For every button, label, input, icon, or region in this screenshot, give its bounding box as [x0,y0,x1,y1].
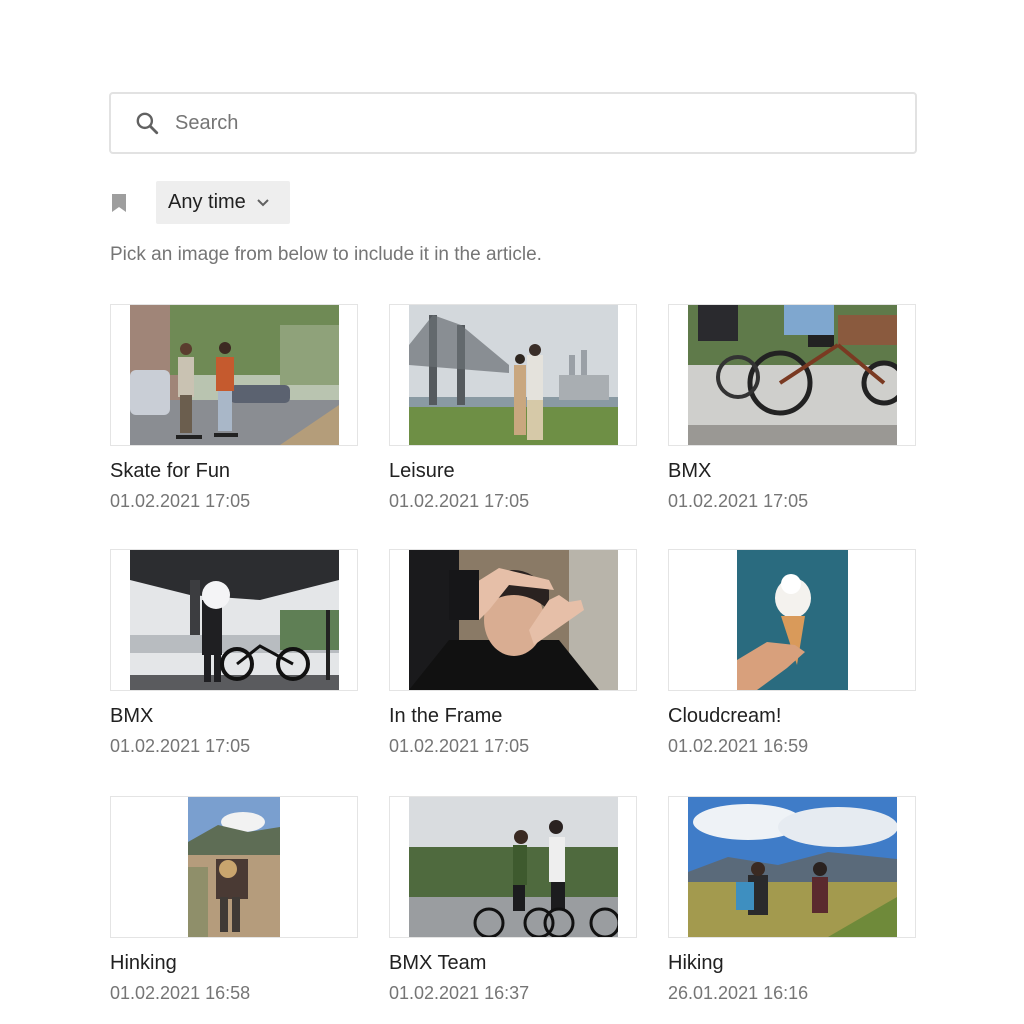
search-input[interactable] [175,111,855,135]
search-icon [133,109,161,137]
image-card[interactable]: Hinking 01.02.2021 16:58 [110,796,358,1004]
search-box[interactable] [109,92,917,154]
image-card[interactable]: Cloudcream! 01.02.2021 16:59 [668,549,916,757]
image-thumbnail[interactable] [668,796,916,938]
image-thumbnail[interactable] [668,549,916,691]
instruction-text: Pick an image from below to include it i… [110,244,542,265]
image-thumbnail[interactable] [110,549,358,691]
image-card[interactable]: BMX Team 01.02.2021 16:37 [389,796,637,1004]
image-card[interactable]: Hiking 26.01.2021 16:16 [668,796,916,1004]
image-picker: Any time Pick an image from below to inc… [0,0,1024,1024]
image-title: BMX Team [389,952,487,974]
hiking-photo [687,797,897,937]
image-title: BMX [110,705,154,727]
image-title: Leisure [389,460,455,482]
image-date: 01.02.2021 17:05 [668,491,809,511]
image-date: 01.02.2021 16:58 [110,983,251,1003]
image-thumbnail[interactable] [668,304,916,446]
hinking-photo [188,797,280,937]
image-card[interactable]: In the Frame 01.02.2021 17:05 [389,549,637,757]
bmx-bridge-photo [129,550,339,690]
leisure-photo [408,305,618,445]
image-date: 01.02.2021 17:05 [389,736,530,756]
image-card[interactable]: Skate for Fun 01.02.2021 17:05 [110,304,358,512]
image-date: 01.02.2021 17:05 [110,736,251,756]
bmx-team-photo [408,797,618,937]
image-date: 01.02.2021 16:59 [668,736,809,756]
image-thumbnail[interactable] [389,796,637,938]
image-thumbnail[interactable] [389,304,637,446]
image-title: BMX [668,460,712,482]
image-title: In the Frame [389,705,503,727]
image-title: Hinking [110,952,177,974]
bookmark-icon[interactable] [111,194,127,212]
image-date: 01.02.2021 17:05 [389,491,530,511]
image-date: 26.01.2021 16:16 [668,983,809,1003]
image-thumbnail[interactable] [110,796,358,938]
ice-cream-photo [736,550,848,690]
time-filter-dropdown[interactable]: Any time [156,181,290,224]
image-title: Hiking [668,952,724,974]
time-filter-label: Any time [168,191,246,213]
image-card[interactable]: BMX 01.02.2021 17:05 [110,549,358,757]
image-thumbnail[interactable] [110,304,358,446]
bmx-photo [687,305,897,445]
image-card[interactable]: Leisure 01.02.2021 17:05 [389,304,637,512]
image-card[interactable]: BMX 01.02.2021 17:05 [668,304,916,512]
chevron-down-icon [256,196,270,210]
image-title: Cloudcream! [668,705,782,727]
image-thumbnail[interactable] [389,549,637,691]
image-date: 01.02.2021 17:05 [110,491,251,511]
frame-photo [408,550,618,690]
image-title: Skate for Fun [110,460,231,482]
skate-photo [129,305,339,445]
image-date: 01.02.2021 16:37 [389,983,530,1003]
